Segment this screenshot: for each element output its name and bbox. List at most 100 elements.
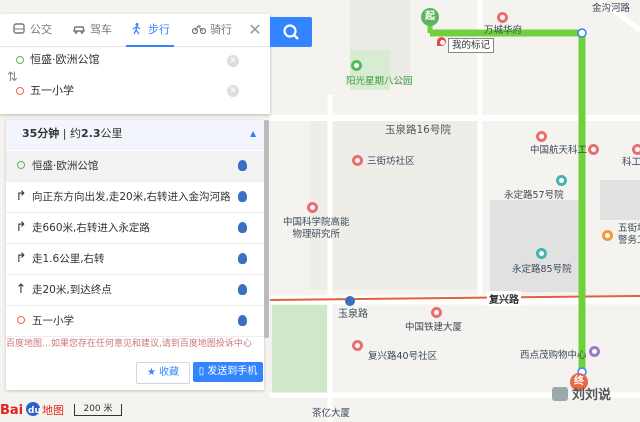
poi-pin-icon[interactable]	[536, 248, 547, 259]
tab-walk[interactable]: 步行	[126, 14, 174, 47]
tab-car[interactable]: 驾车	[72, 14, 112, 46]
svg-text:Bai: Bai	[0, 403, 23, 418]
end-dot-icon	[16, 87, 24, 95]
tab-bike-label: 骑行	[210, 23, 232, 36]
my-mark-label[interactable]: 我的标记	[448, 38, 495, 53]
poi-bottom-cut: 茶亿大厦	[312, 408, 351, 419]
step-text: 走20米,到达终点	[32, 284, 112, 296]
phone-icon: ▯	[198, 366, 205, 377]
step-1[interactable]: ↱ 向正东方向出发,走20米,右转进入金沟河路	[6, 182, 264, 213]
poi-sanjiefang[interactable]: 三街坊社区	[367, 156, 415, 168]
swap-icon[interactable]: ⇅	[7, 70, 18, 85]
tab-walk-label: 步行	[148, 23, 170, 36]
favorite-label: 收藏	[158, 367, 179, 378]
route-result: 35分钟 | 约2.3公里 ▲ 恒盛·欧洲公馆 ↱ 向正东方向出发,走20米,右…	[6, 120, 264, 390]
poi-wujiefang-line1: 五街坊	[618, 223, 640, 234]
locate-icon[interactable]	[238, 191, 247, 202]
collapse-icon[interactable]: ▲	[250, 120, 256, 148]
subway-station-icon[interactable]	[345, 296, 355, 306]
poi-hangtian[interactable]: 中国航天科工	[530, 145, 587, 157]
step-2[interactable]: ↱ 走660米,右转进入永定路	[6, 213, 264, 244]
tab-car-label: 驾车	[90, 23, 112, 36]
clear-end-icon[interactable]: ✕	[227, 85, 239, 97]
end-field-value: 五一小学	[30, 84, 74, 97]
feedback-notice[interactable]: 百度地图…如果您存在任何意见和建议,请到百度地图投诉中心	[6, 336, 264, 349]
poi-wujiefang[interactable]: 五街坊警务工	[618, 223, 640, 247]
clear-start-icon[interactable]: ✕	[227, 55, 239, 67]
poi-pin-icon[interactable]	[352, 155, 363, 166]
step-text: 向正东方向出发,走20米,右转进入金沟河路	[32, 191, 231, 203]
bike-icon	[192, 25, 206, 35]
area-yuquan16: 玉泉路16号院	[385, 124, 451, 136]
poi-kexueyuan-line2: 物理研究所	[292, 229, 341, 240]
mall-icon[interactable]	[589, 346, 600, 357]
close-icon[interactable]: ✕	[247, 22, 263, 38]
step-end[interactable]: 五一小学	[6, 306, 264, 337]
svg-text:du: du	[28, 406, 41, 416]
road-fuxinglu: 复兴路	[487, 291, 521, 306]
step-text: 走1.6公里,右转	[32, 253, 105, 265]
tab-bus[interactable]: 公交	[12, 14, 52, 46]
scale-bar: 200 米	[74, 404, 122, 416]
watermark: 刘刘说	[552, 384, 611, 403]
road-yuquanlu: 玉泉路	[338, 309, 368, 320]
start-field[interactable]: 恒盛·欧洲公馆	[16, 47, 240, 73]
poi-xidian[interactable]: 西点茂购物中心	[520, 350, 587, 362]
send-label: 发送到手机	[207, 366, 258, 377]
locate-icon[interactable]	[238, 315, 247, 326]
favorite-button[interactable]: ★ 收藏	[136, 362, 190, 384]
straight-arrow-icon: ↑	[15, 282, 27, 297]
turn-node	[577, 28, 587, 38]
poi-tiejian[interactable]: 中国铁建大厦	[405, 322, 462, 334]
poi-yongding85[interactable]: 永定路85号院	[512, 264, 572, 276]
summary-text: 35分钟 | 约2.3公里	[22, 127, 123, 140]
poi-pin-icon[interactable]	[307, 202, 318, 213]
poi-pin-icon[interactable]	[536, 131, 547, 142]
end-dot-icon	[14, 306, 28, 336]
summary-distance-unit: 公里	[100, 127, 123, 140]
start-field-value: 恒盛·欧洲公馆	[30, 53, 100, 66]
mode-tabs: 公交 驾车 步行 骑行 ✕	[0, 14, 270, 47]
start-dot-icon	[16, 56, 24, 64]
send-to-phone-button[interactable]: ▯ 发送到手机	[193, 362, 263, 382]
wechat-icon	[552, 387, 568, 401]
step-3[interactable]: ↱ 走1.6公里,右转	[6, 244, 264, 275]
locate-icon[interactable]	[238, 253, 247, 264]
poi-kexueyuan-line1: 中国科学院高能	[283, 217, 350, 228]
poi-wanshou[interactable]: 万城华府	[484, 25, 522, 37]
step-text: 恒盛·欧洲公馆	[32, 160, 99, 172]
park-icon[interactable]	[351, 60, 362, 71]
poi-kexueyuan[interactable]: 中国科学院高能 物理研究所	[283, 217, 350, 241]
bus-icon	[13, 23, 25, 34]
poi-yongding57[interactable]: 永定路57号院	[504, 190, 564, 202]
locate-icon[interactable]	[238, 284, 247, 295]
poi-jingou: 金沟河路	[592, 3, 631, 14]
poi-fuxing40[interactable]: 复兴路40号社区	[368, 351, 437, 363]
search-button[interactable]	[270, 17, 312, 47]
poi-pin-icon[interactable]	[497, 12, 508, 23]
tab-bike[interactable]: 骑行	[192, 14, 232, 46]
summary-time: 35分钟	[22, 127, 60, 140]
poi-yangguang[interactable]: 阳光星期八公园	[346, 76, 413, 88]
poi-pin-icon[interactable]	[352, 340, 363, 351]
step-4[interactable]: ↑ 走20米,到达终点	[6, 275, 264, 306]
turn-right-icon: ↱	[15, 189, 27, 204]
step-start[interactable]: 恒盛·欧洲公馆	[6, 151, 264, 182]
police-icon[interactable]	[602, 230, 613, 241]
result-scrollbar[interactable]	[264, 120, 269, 338]
my-mark-pin-icon[interactable]	[437, 37, 446, 46]
end-field[interactable]: 五一小学	[16, 78, 240, 104]
search-icon	[283, 24, 299, 40]
poi-wujiefang-line2: 警务工	[618, 235, 640, 246]
poi-kegong[interactable]: 科工	[622, 157, 640, 169]
poi-pin-icon[interactable]	[431, 307, 442, 318]
route-summary[interactable]: 35分钟 | 约2.3公里 ▲	[6, 120, 264, 150]
poi-pin-icon[interactable]	[588, 144, 599, 155]
poi-pin-icon[interactable]	[556, 175, 567, 186]
locate-icon[interactable]	[238, 160, 247, 171]
start-marker[interactable]: 起	[421, 8, 439, 26]
poi-pin-icon[interactable]	[632, 144, 640, 155]
locate-icon[interactable]	[238, 222, 247, 233]
baidu-logo[interactable]: Bai du 地图	[0, 399, 70, 419]
start-dot-icon	[14, 151, 28, 181]
